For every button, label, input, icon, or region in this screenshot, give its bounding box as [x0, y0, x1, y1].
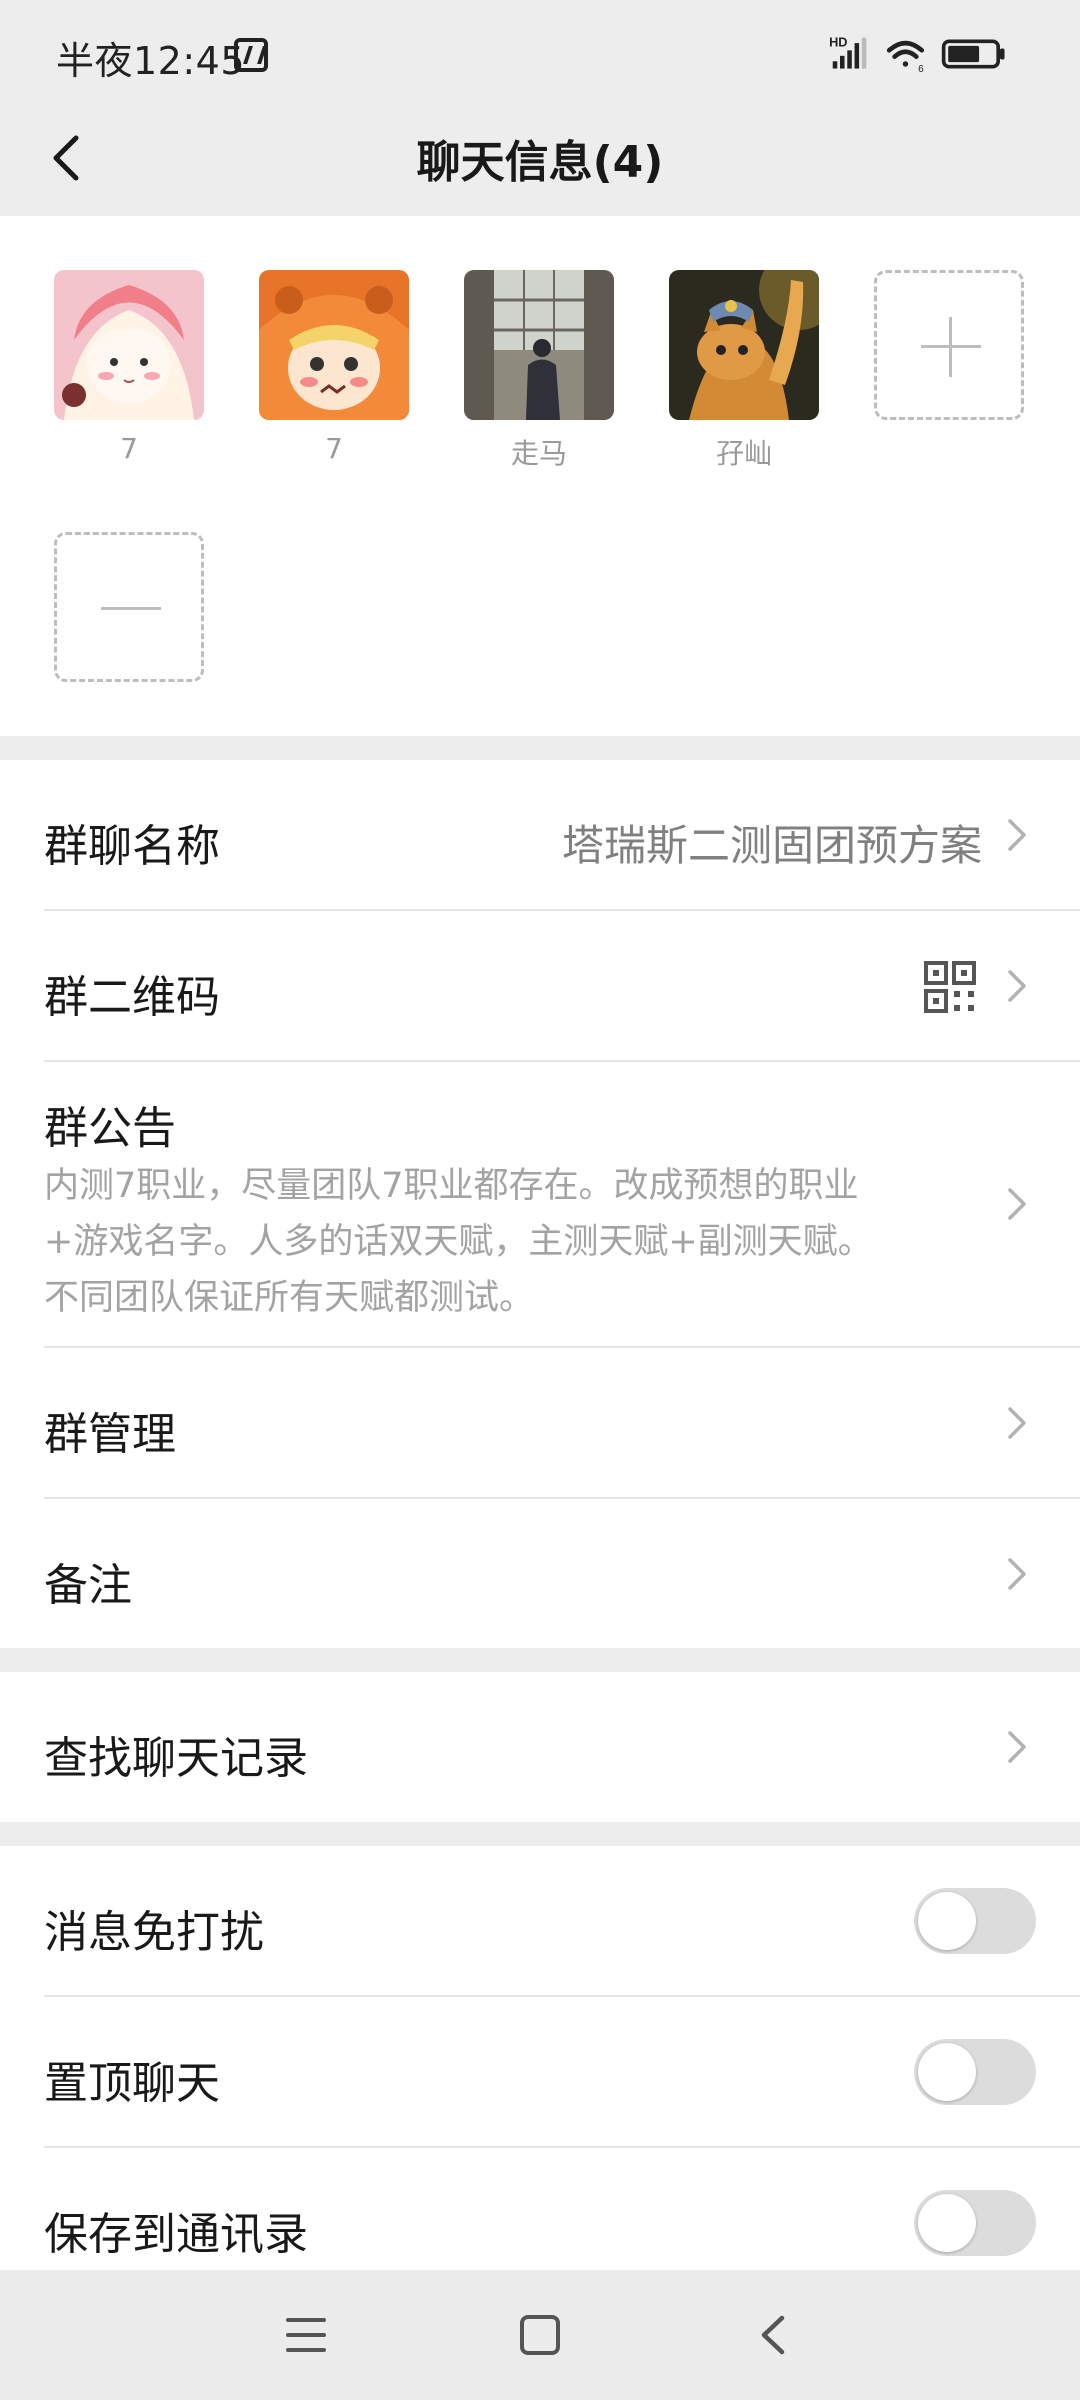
- toggle-knob: [918, 2194, 976, 2252]
- group-name-value: 塔瑞斯二测固团预方案: [561, 821, 982, 870]
- add-member-button[interactable]: [874, 270, 1024, 420]
- notice-line: 不同团队保证所有天赋都测试。: [44, 1278, 535, 1318]
- group-notice-row[interactable]: 群公告 内测7职业，尽量团队7职业都存在。改成预想的职业 +游戏名字。人多的话双…: [0, 1062, 1080, 1346]
- avatar[interactable]: [464, 270, 614, 420]
- battery-icon: [941, 39, 1005, 69]
- member-name: 7: [325, 432, 343, 465]
- mute-toggle[interactable]: [914, 1888, 1036, 1954]
- notice-line: +游戏名字。人多的话双天赋，主测天赋+副测天赋。: [44, 1222, 873, 1262]
- member-grid: 7 7 走马 孖屾: [0, 216, 1080, 736]
- minus-icon: [101, 607, 161, 610]
- header-bar: 聊天信息(4): [0, 100, 1080, 216]
- pin-label: 置顶聊天: [44, 2058, 220, 2109]
- status-time: 半夜12:45: [56, 39, 246, 83]
- nav-back-icon[interactable]: [752, 2310, 796, 2360]
- chevron-right-icon: [1008, 1188, 1026, 1220]
- member-name: 孖屾: [715, 437, 772, 470]
- group-manage-label: 群管理: [44, 1409, 176, 1460]
- avatar[interactable]: [669, 270, 819, 420]
- group-qr-label: 群二维码: [44, 972, 220, 1023]
- avatar[interactable]: [259, 270, 409, 420]
- member-item[interactable]: 走马: [464, 270, 614, 470]
- chevron-right-icon: [1008, 819, 1026, 851]
- chat-options-section: 消息免打扰 置顶聊天 保存到通讯录: [0, 1846, 1080, 2270]
- save-contacts-label: 保存到通讯录: [44, 2209, 308, 2260]
- status-icons: HD 6: [829, 35, 1005, 74]
- nfc-icon: [234, 38, 268, 72]
- system-nav-bar: [0, 2270, 1080, 2400]
- member-item[interactable]: 7: [54, 270, 204, 468]
- mute-label: 消息免打扰: [44, 1907, 264, 1958]
- group-manage-row[interactable]: 群管理: [0, 1348, 1080, 1498]
- save-contacts-row: 保存到通讯录: [0, 2148, 1080, 2270]
- chevron-right-icon: [1008, 1558, 1026, 1590]
- member-name: 走马: [510, 437, 567, 470]
- qr-code-icon: [924, 961, 976, 1013]
- page-title: 聊天信息(4): [416, 137, 664, 188]
- search-history-label: 查找聊天记录: [44, 1733, 308, 1784]
- search-history-section: 查找聊天记录: [0, 1672, 1080, 1822]
- remove-member-button[interactable]: [54, 532, 204, 682]
- group-qr-row[interactable]: 群二维码: [0, 911, 1080, 1061]
- notice-line: 内测7职业，尽量团队7职业都存在。改成预想的职业: [44, 1166, 859, 1206]
- pin-row: 置顶聊天: [0, 1997, 1080, 2147]
- group-settings-section: 群聊名称 塔瑞斯二测固团预方案 群二维码 群公告 内测7职业，尽量团队7职业都存…: [0, 760, 1080, 1648]
- pin-toggle[interactable]: [914, 2039, 1036, 2105]
- member-name: 7: [120, 432, 138, 465]
- remark-label: 备注: [44, 1560, 132, 1611]
- wifi-sub-label: 6: [918, 64, 924, 74]
- save-contacts-toggle[interactable]: [914, 2190, 1036, 2256]
- group-name-label: 群聊名称: [44, 821, 220, 872]
- toggle-knob: [918, 1892, 976, 1950]
- toggle-knob: [918, 2043, 976, 2101]
- home-icon[interactable]: [518, 2314, 562, 2356]
- wifi-icon: [886, 40, 925, 67]
- chevron-right-icon: [1008, 970, 1026, 1002]
- mute-row: 消息免打扰: [0, 1846, 1080, 1996]
- chevron-right-icon: [1008, 1731, 1026, 1763]
- menu-icon[interactable]: [284, 2314, 328, 2356]
- group-notice-text: 内测7职业，尽量团队7职业都存在。改成预想的职业 +游戏名字。人多的话双天赋，主…: [44, 1158, 944, 1326]
- group-notice-label: 群公告: [44, 1103, 176, 1154]
- search-history-row[interactable]: 查找聊天记录: [0, 1672, 1080, 1822]
- status-bar: 半夜12:45 HD 6: [0, 0, 1080, 100]
- network-type-label: HD: [829, 35, 847, 50]
- group-name-row[interactable]: 群聊名称 塔瑞斯二测固团预方案: [0, 760, 1080, 910]
- chevron-right-icon: [1008, 1407, 1026, 1439]
- member-item[interactable]: 7: [259, 270, 409, 468]
- remark-row[interactable]: 备注: [0, 1499, 1080, 1648]
- member-item[interactable]: 孖屾: [669, 270, 819, 470]
- avatar[interactable]: [54, 270, 204, 420]
